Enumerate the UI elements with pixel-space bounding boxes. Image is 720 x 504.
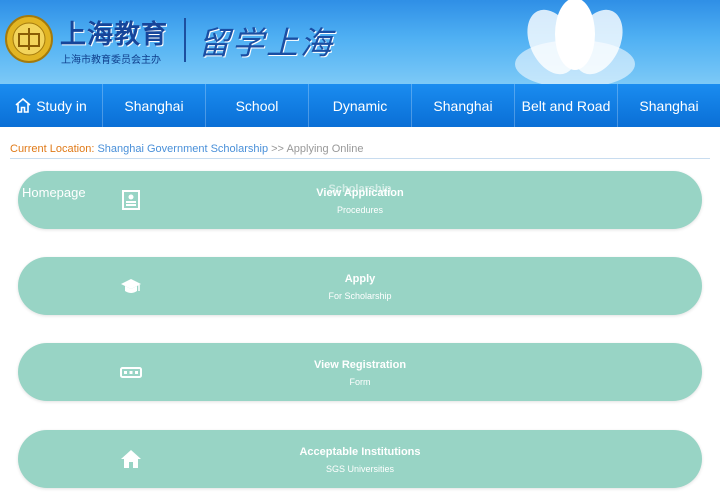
header-banner: 上海教育 上海市教育委员会主办 留学上海	[0, 0, 720, 84]
card-title: Apply	[344, 273, 376, 285]
breadcrumb: Current Location: Shanghai Government Sc…	[10, 143, 710, 155]
nav-item-shanghai-3[interactable]: Shanghai	[618, 84, 720, 127]
acceptable-institutions-button[interactable]: Acceptable Institutions SGS Universities	[18, 430, 702, 488]
main-navigation: Study in Shanghai School Dynamic Shangha…	[0, 84, 720, 127]
card-subtitle: For Scholarship	[328, 291, 392, 301]
card-subtitle: Form	[349, 377, 371, 387]
breadcrumb-link-scholarship[interactable]: Shanghai Government Scholarship	[97, 143, 268, 155]
nav-item-label: School	[235, 97, 279, 114]
shanghai-education-emblem-icon	[5, 15, 53, 63]
logo-subtitle: 上海市教育委员会主办	[61, 55, 161, 66]
breadcrumb-current: Applying Online	[286, 143, 364, 155]
apply-scholarship-button[interactable]: Apply For Scholarship	[18, 257, 702, 315]
nav-item-label: Shanghai	[639, 97, 699, 114]
card-title: View Registration	[313, 359, 407, 371]
breadcrumb-label: Current Location:	[10, 143, 95, 155]
logo-chinese-title: 上海教育	[60, 20, 169, 50]
card-subtitle: SGS Universities	[325, 464, 395, 474]
nav-item-shanghai[interactable]: Shanghai	[103, 84, 206, 127]
card-title: View Application	[316, 187, 404, 199]
nav-item-belt-and-road[interactable]: Belt and Road	[515, 84, 618, 127]
nav-item-label: Study in	[36, 97, 87, 114]
magnolia-flower-icon	[515, 0, 635, 84]
nav-item-school[interactable]: School	[206, 84, 309, 127]
home-icon	[15, 98, 31, 113]
site-title: 留学上海	[198, 24, 335, 62]
view-registration-button[interactable]: View Registration Form	[18, 343, 702, 401]
nav-item-label: Shanghai	[433, 97, 493, 114]
nav-item-label: Dynamic	[332, 97, 388, 114]
nav-item-shanghai-2[interactable]: Shanghai	[412, 84, 515, 127]
card-title: Acceptable Institutions	[299, 446, 421, 458]
breadcrumb-separator: >>	[271, 143, 284, 155]
view-application-button[interactable]: Scholarship View Application Procedures	[18, 171, 702, 229]
nav-item-label: Shanghai	[124, 97, 184, 114]
nav-item-study-in[interactable]: Study in	[0, 84, 103, 127]
homepage-link[interactable]: Homepage	[22, 185, 86, 200]
breadcrumb-divider	[10, 158, 710, 159]
nav-item-label: Belt and Road	[521, 97, 611, 114]
nav-item-dynamic[interactable]: Dynamic	[309, 84, 412, 127]
card-subtitle: Procedures	[336, 205, 384, 215]
logo-divider	[184, 18, 186, 62]
